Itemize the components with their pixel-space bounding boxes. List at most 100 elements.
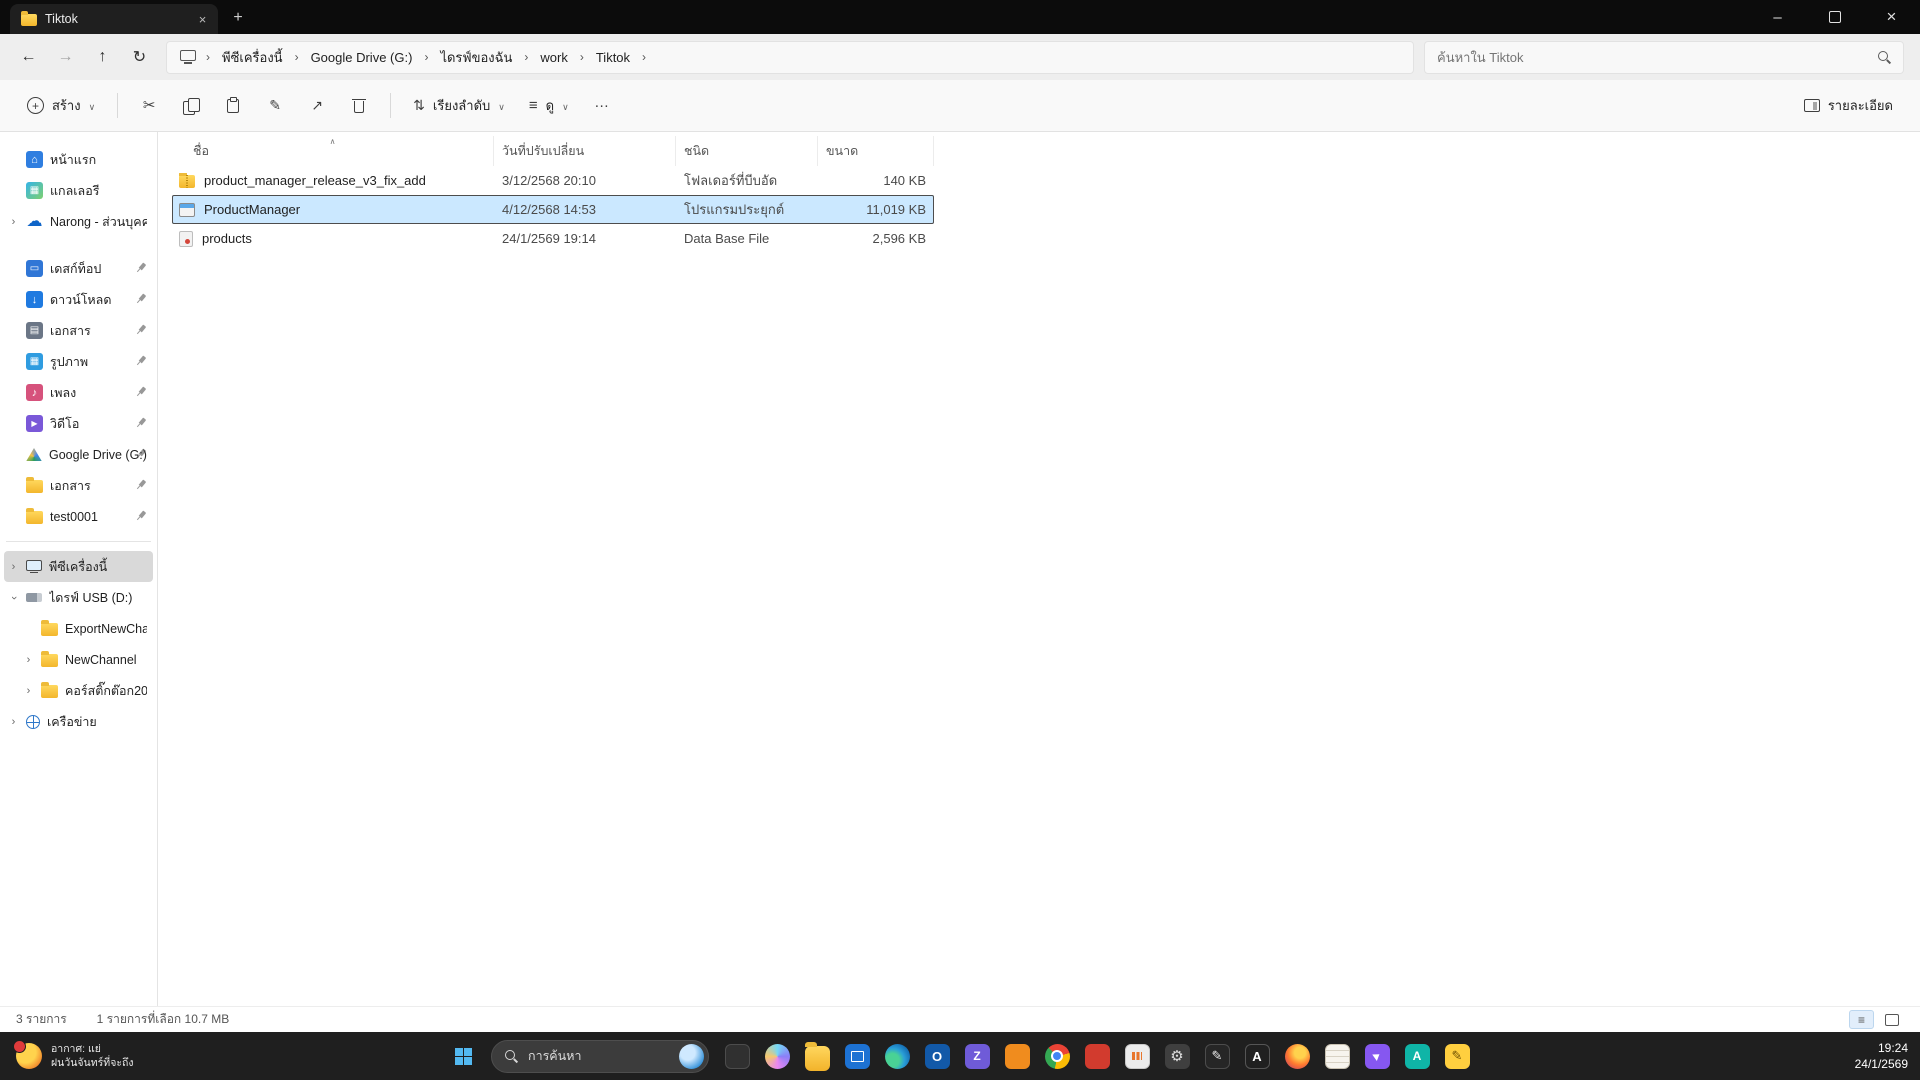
details-pane-button[interactable]: รายละเอียด [1793,87,1904,124]
file-row[interactable]: product_manager_release_v3_fix_add 3/12/… [172,166,934,195]
chevron-right-icon[interactable] [8,216,19,228]
sidebar-item-this-pc[interactable]: พีซีเครื่องนี้ [4,551,153,582]
copilot-icon[interactable] [757,1036,797,1076]
sidebar-item-google-drive[interactable]: Google Drive (G:) [4,439,153,470]
new-button[interactable]: สร้าง [16,87,106,124]
chevron-right-icon[interactable] [577,50,587,64]
chevron-right-icon[interactable] [521,50,531,64]
taskbar-search[interactable]: การค้นหา [491,1040,709,1073]
desktop-screen: Tiktok พีซีเครื่องนี้ Google Drive (G:) [0,0,1920,1080]
column-header-name[interactable]: ชื่อ [172,136,494,166]
file-row[interactable]: products 24/1/2569 19:14 Data Base File … [172,224,934,253]
sidebar-item-label: ไดรฟ์ USB (D:) [49,588,147,608]
chrome-icon[interactable] [1037,1036,1077,1076]
forward-button[interactable] [47,41,84,74]
sort-button[interactable]: เรียงลำดับ [402,87,516,124]
sidebar-item-newchannel[interactable]: NewChannel [19,644,153,675]
chevron-right-icon[interactable] [639,50,649,64]
tab-title: Tiktok [45,12,185,26]
file-list-area[interactable]: ชื่อ วันที่ปรับเปลี่ยน ชนิด ขนาด [158,132,1920,1006]
breadcrumb-item[interactable]: พีซีเครื่องนี้ [214,43,291,72]
sidebar-item-downloads[interactable]: ดาวน์โหลด [4,284,153,315]
view-button[interactable]: ดู [518,87,580,124]
sidebar-item-gallery[interactable]: แกลเลอรี [4,175,153,206]
share-button[interactable] [297,87,337,124]
details-view-button[interactable] [1849,1010,1874,1029]
paste-button[interactable] [213,87,253,124]
outlook-icon[interactable] [917,1036,957,1076]
rename-button[interactable] [255,87,295,124]
a-app-icon[interactable] [1237,1036,1277,1076]
minimize-button[interactable] [1749,0,1806,34]
search-input[interactable] [1437,50,1870,65]
close-button[interactable] [1863,0,1920,34]
column-header-size[interactable]: ขนาด [818,136,934,166]
new-tab-button[interactable] [225,5,251,31]
taskbar-apps [717,1036,1477,1076]
cut-button[interactable] [129,87,169,124]
sidebar-item-usb-drive[interactable]: ไดรฟ์ USB (D:) [4,582,153,613]
sidebar-item-documents[interactable]: เอกสาร [4,315,153,346]
large-icons-view-button[interactable] [1879,1010,1904,1029]
column-header-date[interactable]: วันที่ปรับเปลี่ยน [494,136,676,166]
purple-messaging-app-icon[interactable] [957,1036,997,1076]
sidebar-item-onedrive[interactable]: Narong - ส่วนบุคคล [4,206,153,237]
search-box[interactable] [1424,41,1904,74]
sidebar-item-test0001[interactable]: test0001 [4,501,153,532]
delete-button[interactable] [339,87,379,124]
copy-icon [183,98,199,114]
orange-app-icon[interactable] [997,1036,1037,1076]
breadcrumb-item[interactable]: Tiktok [588,46,638,69]
chevron-down-icon[interactable] [8,592,19,604]
sidebar-item-documents-folder[interactable]: เอกสาร [4,470,153,501]
microsoft-store-icon[interactable] [837,1036,877,1076]
chevron-right-icon[interactable] [421,50,431,64]
edge-icon[interactable] [877,1036,917,1076]
column-header-type[interactable]: ชนิด [676,136,818,166]
taskbar-clock[interactable]: 19:24 24/1/2569 [1855,1040,1908,1072]
sidebar-gap [4,237,153,253]
sidebar-item-exportnewchanel[interactable]: ExportNewChanel [19,613,153,644]
this-pc-icon [26,560,42,573]
sidebar-item-network[interactable]: เครือข่าย [4,706,153,737]
tab-close-icon[interactable] [193,10,212,29]
chevron-right-icon[interactable] [203,50,213,64]
explorer-tab[interactable]: Tiktok [10,4,218,34]
settings-icon[interactable] [1157,1036,1197,1076]
breadcrumb-item[interactable]: Google Drive (G:) [303,46,421,69]
sidebar-item-music[interactable]: เพลง [4,377,153,408]
new-label: สร้าง [52,95,81,116]
file-row-selected[interactable]: ProductManager 4/12/2568 14:53 โปรแกรมปร… [172,195,934,224]
start-button[interactable] [443,1036,483,1076]
breadcrumb[interactable]: พีซีเครื่องนี้ Google Drive (G:) ไดรฟ์ขอ… [166,41,1414,74]
file-explorer-icon[interactable] [797,1036,837,1076]
breadcrumb-item[interactable]: ไดรฟ์ของฉัน [432,43,520,72]
teal-app-icon[interactable] [1397,1036,1437,1076]
presentation-app-icon[interactable] [1117,1036,1157,1076]
firefox-icon[interactable] [1277,1036,1317,1076]
breadcrumb-item[interactable]: work [532,46,575,69]
chevron-right-icon[interactable] [8,716,19,728]
sidebar-item-tiktok-course[interactable]: คอร์สติ๊กต๊อก2026 [19,675,153,706]
notes-app-icon[interactable] [1317,1036,1357,1076]
sidebar-item-home[interactable]: หน้าแรก [4,144,153,175]
chevron-right-icon[interactable] [23,685,34,697]
pen-app-icon[interactable] [1197,1036,1237,1076]
chevron-right-icon[interactable] [292,50,302,64]
copy-button[interactable] [171,87,211,124]
sidebar-item-desktop[interactable]: เดสก์ท็อป [4,253,153,284]
violet-capture-app-icon[interactable] [1357,1036,1397,1076]
chevron-right-icon[interactable] [23,654,34,666]
back-button[interactable] [10,41,47,74]
sidebar-item-videos[interactable]: วิดีโอ [4,408,153,439]
refresh-button[interactable] [121,41,158,74]
up-button[interactable] [84,41,121,74]
more-button[interactable] [582,87,622,124]
maximize-button[interactable] [1806,0,1863,34]
chevron-right-icon[interactable] [8,561,19,573]
red-app-icon[interactable] [1077,1036,1117,1076]
dark-app-icon[interactable] [717,1036,757,1076]
weather-widget[interactable]: อากาศ: แย่ ฝนวันจันทร์ที่จะถึง [10,1032,140,1080]
sidebar-item-pictures[interactable]: รูปภาพ [4,346,153,377]
yellow-editor-app-icon[interactable] [1437,1036,1477,1076]
